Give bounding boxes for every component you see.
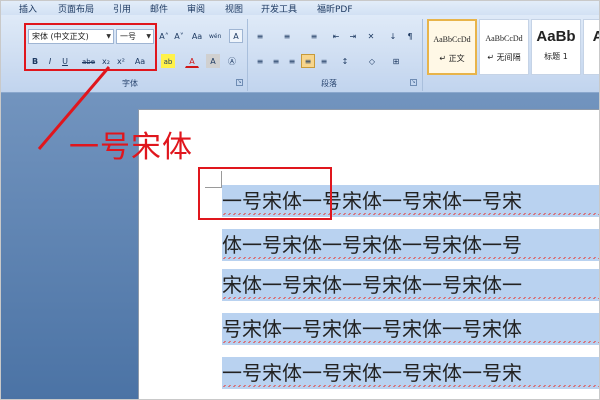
pointer-line [37,66,111,150]
annotation-label: 一号宋体 [69,130,193,165]
word-window: 插入 页面布局 引用 邮件 审阅 视图 开发工具 福昕PDF 宋体 (中文正文)… [0,0,600,400]
